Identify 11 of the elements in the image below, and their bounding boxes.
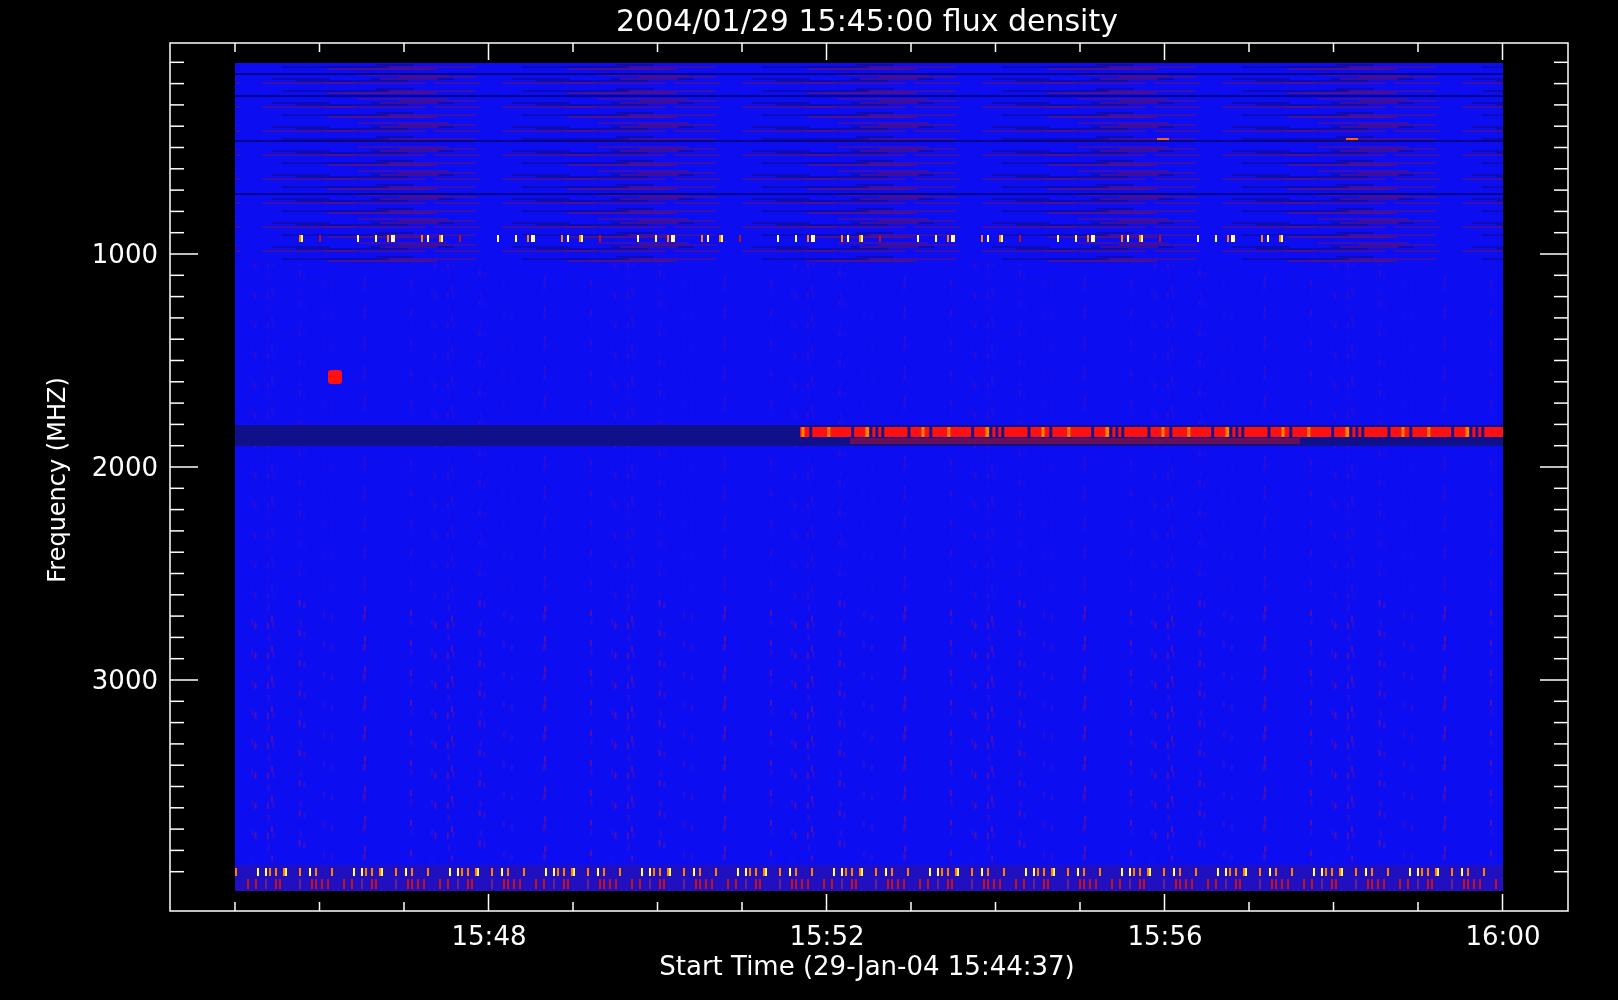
y-tick-label: 2000: [91, 452, 158, 482]
x-tick-label: 15:48: [451, 921, 527, 951]
chart-title: 2004/01/29 15:45:00 flux density: [616, 3, 1118, 38]
y-tick-label: 3000: [91, 665, 158, 695]
emission-spot: [328, 370, 342, 384]
y-axis-title: Frequency (MHZ): [43, 377, 71, 583]
x-tick-label: 16:00: [1465, 921, 1541, 951]
x-tick-label: 15:52: [789, 921, 865, 951]
y-tick-label: 1000: [91, 239, 158, 269]
x-axis-title: Start Time (29-Jan-04 15:44:37): [659, 951, 1075, 981]
x-tick-label: 15:56: [1127, 921, 1203, 951]
